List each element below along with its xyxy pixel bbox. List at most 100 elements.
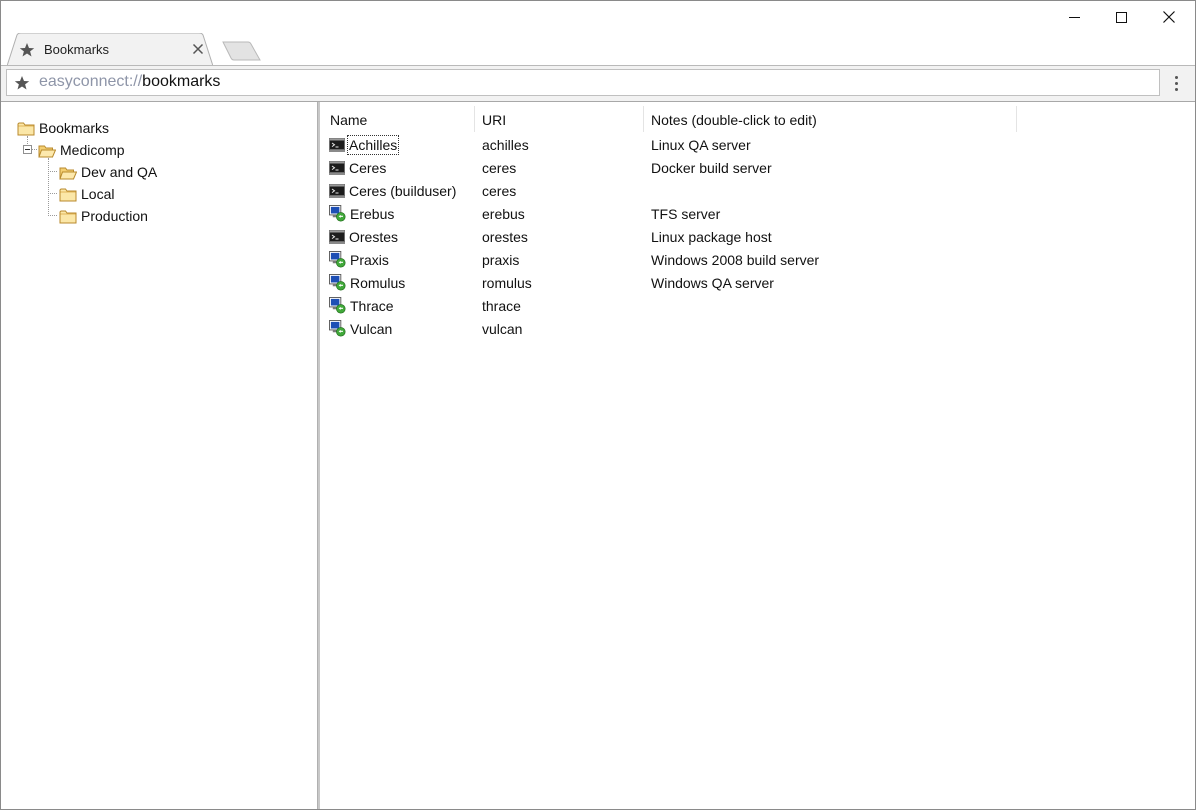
close-icon (1163, 11, 1175, 23)
tab-shape (7, 33, 213, 66)
address-scheme: easyconnect:// (39, 73, 143, 90)
table-row[interactable]: Ceres ceres Docker build server (320, 156, 1195, 179)
folder-tree: Bookmarks Medicomp Dev and QA Local Prod… (1, 102, 317, 809)
bookmark-star-icon[interactable] (14, 75, 30, 91)
cell-uri: achilles (482, 136, 529, 153)
bookmark-name: Thrace (350, 297, 394, 314)
bookmark-name: Vulcan (350, 320, 393, 337)
cell-name[interactable]: Vulcan (329, 317, 393, 340)
cell-notes[interactable]: TFS server (651, 202, 720, 225)
cell-name[interactable]: Erebus (329, 202, 395, 225)
menu-dot-icon (1174, 87, 1178, 91)
tree-connector (32, 149, 37, 150)
bookmark-name: Romulus (350, 274, 406, 291)
cell-name[interactable]: Praxis (329, 248, 390, 271)
tree-node-label: Medicomp (60, 142, 125, 158)
cell-name[interactable]: Romulus (329, 271, 406, 294)
cell-notes[interactable]: Linux package host (651, 225, 772, 248)
tree-connector (48, 171, 57, 172)
minimize-button[interactable] (1051, 1, 1097, 33)
tree-node-medicomp[interactable]: Medicomp (38, 140, 125, 160)
cell-uri: vulcan (482, 320, 523, 337)
terminal-icon (329, 161, 345, 175)
bookmark-name: Praxis (350, 251, 389, 268)
table-row[interactable]: Ceres (builduser) ceres (320, 179, 1195, 202)
tree-connector (48, 193, 57, 194)
cell-uri: ceres (482, 159, 517, 176)
cell-name[interactable]: Thrace (329, 294, 395, 317)
remote-desktop-icon (329, 320, 346, 337)
new-tab-button[interactable] (222, 41, 262, 61)
remote-desktop-icon (329, 297, 346, 314)
table-row[interactable]: Achilles achilles Linux QA server (320, 133, 1195, 156)
toolbar: easyconnect://bookmarks (1, 66, 1195, 102)
bookmark-name: Orestes (349, 228, 399, 245)
table-row[interactable]: Romulus romulus Windows QA server (320, 271, 1195, 294)
bookmark-name: Erebus (350, 205, 395, 222)
table-row[interactable]: Praxis praxis Windows 2008 build server (320, 248, 1195, 271)
tree-node-dev-and-qa[interactable]: Dev and QA (59, 162, 157, 182)
remote-desktop-icon (329, 251, 346, 268)
tree-node-label: Local (81, 186, 115, 202)
cell-uri: orestes (482, 228, 528, 245)
table-row[interactable]: Vulcan vulcan (320, 317, 1195, 340)
cell-uri: ceres (482, 182, 517, 199)
cell-name[interactable]: Orestes (329, 225, 399, 248)
maximize-button[interactable] (1098, 1, 1144, 33)
tree-node-label: Dev and QA (81, 164, 158, 180)
tab-close-icon[interactable] (192, 43, 204, 55)
menu-button[interactable] (1168, 72, 1184, 94)
cell-uri: thrace (482, 297, 521, 314)
table-row[interactable]: Erebus erebus TFS server (320, 202, 1195, 225)
tree-node-production[interactable]: Production (59, 206, 148, 226)
maximize-icon (1115, 11, 1127, 23)
minimize-icon (1068, 16, 1080, 18)
tree-node-label: Production (81, 208, 148, 224)
column-divider[interactable] (1016, 106, 1017, 132)
bookmark-list: Name URI Notes (double-click to edit) Ac… (320, 102, 1195, 809)
close-window-button[interactable] (1146, 1, 1192, 33)
terminal-icon (329, 138, 345, 152)
title-bar: Bookmarks (1, 1, 1195, 66)
cell-uri: romulus (482, 274, 532, 291)
menu-dot-icon (1174, 75, 1178, 79)
terminal-icon (329, 230, 345, 244)
tree-node-label: Bookmarks (39, 120, 110, 136)
cell-notes[interactable]: Linux QA server (651, 133, 751, 156)
terminal-icon (329, 184, 345, 198)
remote-desktop-icon (329, 205, 346, 222)
tree-node-bookmarks[interactable]: Bookmarks (17, 118, 109, 138)
cell-name[interactable]: Ceres (329, 156, 387, 179)
cell-uri: praxis (482, 251, 520, 268)
folder-icon (17, 121, 35, 136)
cell-notes[interactable]: Windows 2008 build server (651, 248, 819, 271)
tree-node-local[interactable]: Local (59, 184, 114, 204)
tab-bookmarks[interactable]: Bookmarks (7, 33, 213, 66)
menu-dot-icon (1174, 81, 1178, 85)
collapse-toggle-icon[interactable] (23, 145, 32, 154)
address-path: bookmarks (142, 73, 221, 90)
column-header-uri[interactable]: URI (482, 108, 642, 132)
folder-open-icon (59, 165, 77, 180)
bookmark-name: Ceres (349, 159, 387, 176)
app-window: Bookmarks easyconnect://bookmarks Bookma… (0, 0, 1196, 810)
cell-uri: erebus (482, 205, 525, 222)
cell-notes[interactable]: Windows QA server (651, 271, 774, 294)
column-header-notes[interactable]: Notes (double-click to edit) (651, 108, 1011, 132)
column-divider[interactable] (474, 106, 475, 132)
tree-connector (48, 158, 49, 216)
bookmark-name: Ceres (builduser) (349, 182, 457, 199)
folder-icon (59, 209, 77, 224)
folder-open-icon (38, 143, 56, 158)
table-row[interactable]: Thrace thrace (320, 294, 1195, 317)
address-text[interactable]: easyconnect://bookmarks (39, 73, 220, 91)
tab-title: Bookmarks (44, 42, 110, 57)
cell-name[interactable]: Ceres (builduser) (329, 179, 457, 202)
tree-connector (48, 215, 57, 216)
column-divider[interactable] (643, 106, 644, 132)
cell-name[interactable]: Achilles (329, 133, 400, 156)
address-bar[interactable]: easyconnect://bookmarks (6, 69, 1160, 96)
cell-notes[interactable]: Docker build server (651, 156, 772, 179)
column-header-name[interactable]: Name (330, 108, 473, 132)
table-row[interactable]: Orestes orestes Linux package host (320, 225, 1195, 248)
